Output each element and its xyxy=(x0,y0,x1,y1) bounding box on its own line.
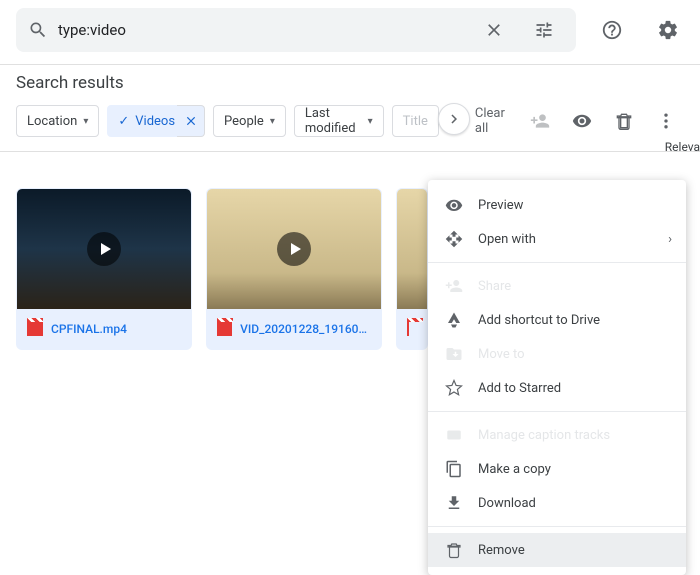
menu-share: Share xyxy=(428,269,686,303)
search-input[interactable] xyxy=(58,21,464,39)
chip-label: Title xyxy=(403,114,428,129)
preview-button[interactable] xyxy=(564,103,600,139)
menu-label: Manage caption tracks xyxy=(478,428,610,443)
search-icon xyxy=(28,20,48,40)
menu-open-with[interactable]: Open with › xyxy=(428,222,686,256)
file-name: VID_20201228_191609.... xyxy=(240,322,371,336)
video-icon xyxy=(217,322,232,336)
drive-shortcut-icon xyxy=(445,311,463,329)
toolbar-icons xyxy=(522,103,684,139)
help-button[interactable] xyxy=(592,10,632,50)
search-box[interactable] xyxy=(16,8,576,52)
menu-separator xyxy=(428,411,686,412)
download-icon xyxy=(445,494,463,512)
chevron-right-icon: › xyxy=(668,232,672,247)
results-heading: Search results xyxy=(0,71,700,103)
thumbnail xyxy=(207,189,381,309)
close-icon xyxy=(484,20,504,40)
chevron-down-icon: ▾ xyxy=(270,116,275,127)
help-icon xyxy=(601,19,623,41)
chip-videos-remove[interactable] xyxy=(177,105,205,137)
folder-move-icon xyxy=(445,345,463,363)
tune-icon xyxy=(534,20,554,40)
file-card[interactable]: CPFINAL.mp4 xyxy=(16,188,192,350)
menu-separator xyxy=(428,262,686,263)
eye-icon xyxy=(445,196,463,214)
more-button[interactable] xyxy=(648,103,684,139)
trash-icon xyxy=(445,541,463,559)
menu-label: Remove xyxy=(478,543,525,558)
chip-title[interactable]: Title xyxy=(392,105,439,137)
chip-people[interactable]: People ▾ xyxy=(213,105,286,137)
menu-make-copy[interactable]: Make a copy xyxy=(428,452,686,486)
open-with-icon xyxy=(445,230,463,248)
person-add-icon xyxy=(445,277,463,295)
play-icon xyxy=(277,232,311,266)
check-icon: ✓ xyxy=(118,114,129,129)
menu-label: Share xyxy=(478,279,511,294)
menu-move-to: Move to xyxy=(428,337,686,371)
chips-scroll-right[interactable] xyxy=(438,103,470,135)
clear-search-button[interactable] xyxy=(474,10,514,50)
video-icon xyxy=(407,322,409,336)
menu-label: Download xyxy=(478,496,536,511)
file-card[interactable]: VID_20201228_191609.... xyxy=(206,188,382,350)
file-card[interactable] xyxy=(396,188,428,350)
search-options-button[interactable] xyxy=(524,10,564,50)
trash-icon xyxy=(614,111,634,131)
cc-icon xyxy=(445,426,463,444)
chip-videos[interactable]: ✓ Videos xyxy=(107,105,186,137)
menu-manage-captions: Manage caption tracks xyxy=(428,418,686,452)
delete-button[interactable] xyxy=(606,103,642,139)
chip-last-modified[interactable]: Last modified ▾ xyxy=(294,105,384,137)
menu-add-shortcut[interactable]: Add shortcut to Drive xyxy=(428,303,686,337)
chevron-right-icon xyxy=(445,110,463,128)
menu-label: Move to xyxy=(478,347,525,362)
file-name: CPFINAL.mp4 xyxy=(51,322,127,336)
divider xyxy=(0,151,700,152)
chip-label: Videos xyxy=(135,114,175,129)
star-icon xyxy=(445,379,463,397)
menu-label: Open with xyxy=(478,232,536,247)
chip-label: Last modified xyxy=(305,106,362,136)
menu-add-starred[interactable]: Add to Starred xyxy=(428,371,686,405)
menu-label: Preview xyxy=(478,198,523,213)
menu-preview[interactable]: Preview xyxy=(428,188,686,222)
settings-button[interactable] xyxy=(648,10,688,50)
chip-location[interactable]: Location ▾ xyxy=(16,105,99,137)
filter-chips-row: Location ▾ ✓ Videos People ▾ Last modified ▾… xyxy=(0,103,700,147)
menu-label: Make a copy xyxy=(478,462,551,477)
thumbnail xyxy=(17,189,191,309)
top-bar xyxy=(0,0,700,60)
menu-remove[interactable]: Remove xyxy=(428,533,686,567)
context-menu: Preview Open with › Share Add shortcut to… xyxy=(428,180,686,575)
play-icon xyxy=(87,232,121,266)
divider xyxy=(0,64,700,65)
gear-icon xyxy=(657,19,679,41)
menu-label: Add shortcut to Drive xyxy=(478,313,600,328)
chevron-down-icon: ▾ xyxy=(368,116,373,127)
menu-separator xyxy=(428,526,686,527)
more-vert-icon xyxy=(656,111,676,131)
chip-label: People xyxy=(224,114,264,129)
chevron-down-icon: ▾ xyxy=(83,116,88,127)
share-button xyxy=(522,103,558,139)
video-icon xyxy=(27,322,43,336)
thumbnail xyxy=(397,189,427,309)
clear-all-button[interactable]: Clear all xyxy=(475,106,510,136)
menu-download[interactable]: Download xyxy=(428,486,686,520)
person-add-icon xyxy=(530,111,550,131)
copy-icon xyxy=(445,460,463,478)
close-icon xyxy=(184,114,198,128)
menu-label: Add to Starred xyxy=(478,381,561,396)
eye-icon xyxy=(572,111,592,131)
chip-label: Location xyxy=(27,114,77,129)
sort-label[interactable]: Releva xyxy=(665,140,700,154)
